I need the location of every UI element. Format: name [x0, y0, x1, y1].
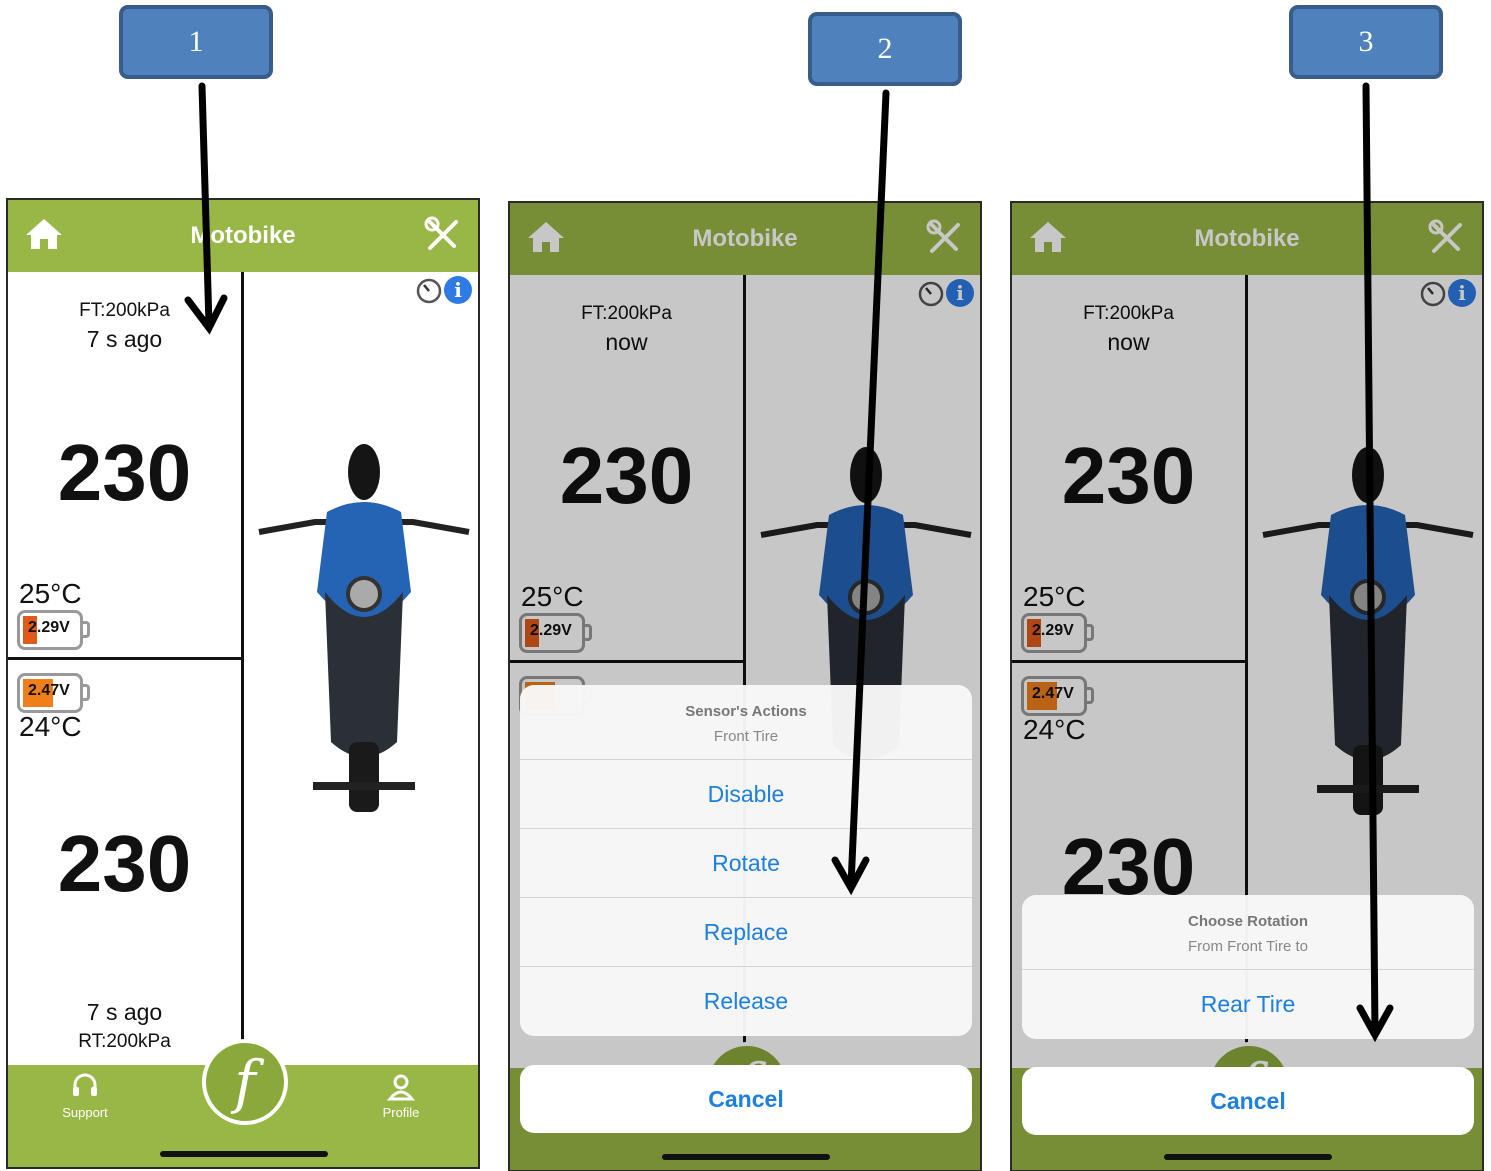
cancel-button[interactable]: Cancel: [520, 1065, 972, 1133]
rear-temperature: 24°C: [19, 711, 82, 742]
tools-icon[interactable]: [424, 216, 462, 254]
front-tire-label: FT:200kPa: [79, 300, 170, 321]
rear-tire-label: RT:200kPa: [78, 1031, 171, 1052]
front-pressure-value: 230: [57, 428, 192, 517]
sheet-header: Choose Rotation From Front Tire to: [1022, 895, 1474, 970]
tab-profile[interactable]: Profile: [356, 1073, 446, 1120]
front-battery-icon: 2.29V: [17, 610, 91, 650]
tab-support[interactable]: Support: [40, 1073, 130, 1120]
action-disable[interactable]: Disable: [520, 760, 972, 829]
gauge-icon[interactable]: [416, 278, 442, 304]
page-title: Motobike: [190, 222, 296, 249]
sensor-actions-sheet: Sensor's Actions Front Tire Disable Rota…: [520, 685, 972, 1036]
sheet-title: Choose Rotation: [1188, 913, 1308, 930]
front-updated: 7 s ago: [86, 326, 163, 352]
tab-support-label: Support: [62, 1105, 108, 1120]
callout-2: 2: [808, 12, 962, 86]
vehicle-panel: i: [247, 272, 478, 1167]
action-rotate[interactable]: Rotate: [520, 829, 972, 898]
rear-battery-icon: 2.47V: [17, 673, 91, 713]
screen-1: Motobike FT:200kPa 7 s ago 230 25°C 2.29…: [6, 198, 480, 1169]
screen-2: Motobike FT:200kPa now 230 25°C 2.29V i: [508, 201, 982, 1171]
tire-panels: FT:200kPa 7 s ago 230 25°C 2.29V 2.47V 2…: [8, 272, 244, 1167]
sheet-subtitle: From Front Tire to: [1187, 938, 1309, 955]
sheet-header: Sensor's Actions Front Tire: [520, 685, 972, 760]
sheet-subtitle: Front Tire: [713, 728, 779, 745]
tab-profile-label: Profile: [382, 1105, 420, 1120]
rear-voltage: 2.47V: [28, 682, 70, 699]
rear-pressure-value: 230: [57, 819, 192, 908]
cancel-button[interactable]: Cancel: [1022, 1067, 1474, 1135]
action-replace[interactable]: Replace: [520, 898, 972, 967]
motorcycle-image: [258, 444, 470, 812]
rotation-sheet: Choose Rotation From Front Tire to Rear …: [1022, 895, 1474, 1039]
app-header: Motobike: [8, 200, 478, 272]
front-tire-panel[interactable]: FT:200kPa 7 s ago 230 25°C 2.29V: [8, 272, 241, 660]
screen-3: Motobike FT:200kPa now 230 25°C 2.29V 2.…: [1010, 201, 1484, 1171]
action-release[interactable]: Release: [520, 967, 972, 1036]
sheet-title: Sensor's Actions: [685, 703, 807, 720]
rear-updated: 7 s ago: [86, 999, 163, 1025]
home-indicator[interactable]: [1164, 1154, 1332, 1160]
front-temperature: 25°C: [19, 578, 82, 609]
rotation-option-rear-tire[interactable]: Rear Tire: [1022, 970, 1474, 1039]
info-icon[interactable]: i: [444, 276, 472, 304]
callout-3: 3: [1289, 5, 1443, 79]
front-voltage: 2.29V: [28, 619, 70, 636]
home-indicator[interactable]: [160, 1151, 328, 1157]
profile-icon: [386, 1074, 416, 1101]
headset-icon: [73, 1073, 97, 1096]
home-icon[interactable]: [24, 216, 64, 252]
logo-button[interactable]: f: [202, 1039, 288, 1125]
callout-1: 1: [119, 5, 273, 79]
home-indicator[interactable]: [662, 1154, 830, 1160]
